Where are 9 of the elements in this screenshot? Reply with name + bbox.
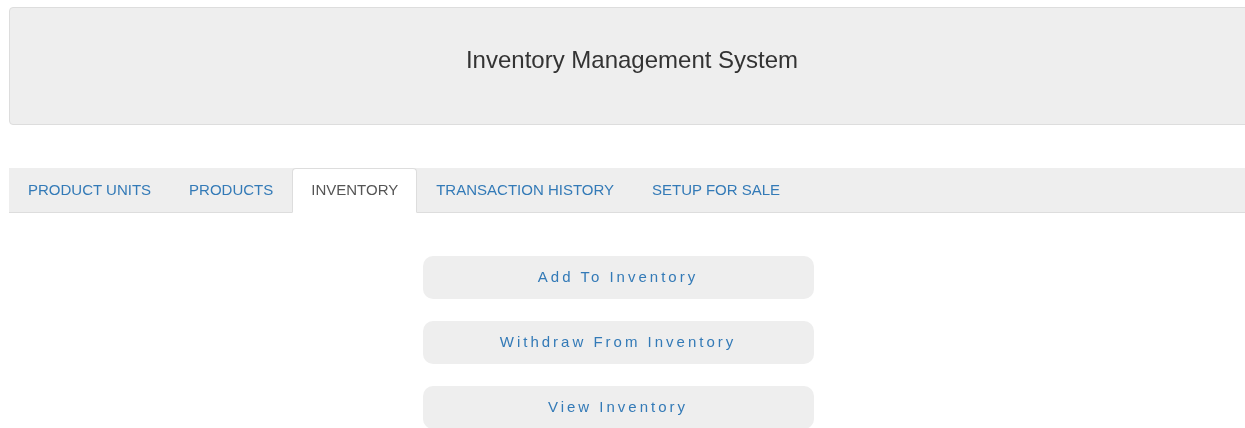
- action-button[interactable]: Add To Inventory: [422, 256, 814, 299]
- action-button[interactable]: Withdraw From Inventory: [422, 321, 814, 364]
- tab[interactable]: PRODUCTS: [170, 168, 293, 213]
- page-title: Inventory Management System: [465, 45, 799, 75]
- action-button[interactable]: View Inventory: [422, 386, 814, 428]
- tab[interactable]: INVENTORY: [292, 168, 418, 213]
- tab[interactable]: TRANSACTION HISTORY: [417, 168, 633, 213]
- tab[interactable]: SETUP FOR SALE: [633, 168, 800, 213]
- tab[interactable]: PRODUCT UNITS: [9, 168, 171, 213]
